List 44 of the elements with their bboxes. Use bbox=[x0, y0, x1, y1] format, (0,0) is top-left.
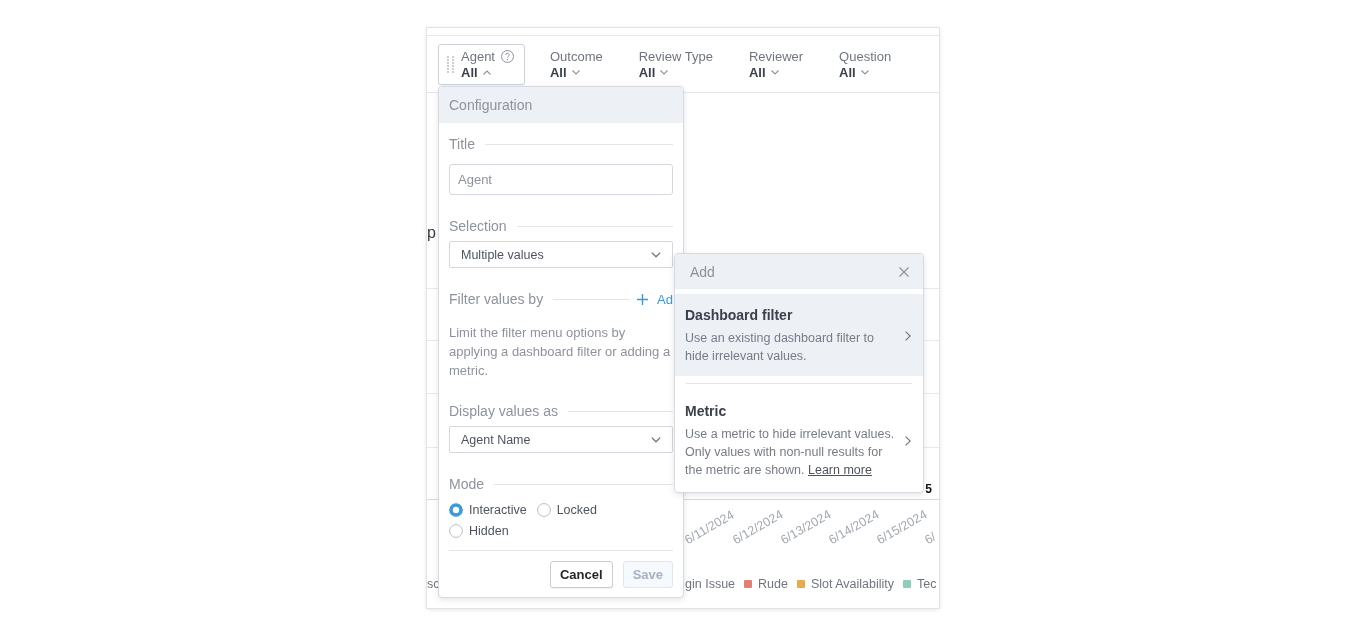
chevron-right-icon bbox=[905, 330, 911, 341]
filter-dropdown[interactable]: Agent All bbox=[438, 44, 525, 85]
learn-more-link[interactable]: Learn more bbox=[808, 463, 872, 477]
chevron-down-icon bbox=[571, 70, 580, 75]
radio-option[interactable]: Interactive bbox=[449, 501, 527, 519]
close-button[interactable] bbox=[899, 266, 909, 277]
date-label: 6/ bbox=[922, 529, 939, 548]
chevron-right-icon bbox=[905, 435, 911, 446]
legend-label: gin Issue bbox=[685, 576, 736, 592]
cancel-button[interactable]: Cancel bbox=[550, 561, 613, 588]
section-label: Mode bbox=[449, 475, 485, 493]
section-label: Display values as bbox=[449, 402, 558, 420]
help-icon[interactable] bbox=[501, 50, 514, 63]
legend-label: Tec bbox=[917, 576, 937, 592]
radio-option[interactable]: Locked bbox=[536, 501, 597, 519]
section-label: Filter values by bbox=[449, 290, 544, 308]
chevron-down-icon bbox=[660, 70, 669, 75]
drag-handle-icon[interactable] bbox=[447, 56, 454, 73]
menu-option[interactable]: Metric Use a metric to hide irrelevant values. Only values with non-null results for the metric are shown. Learn more bbox=[675, 390, 923, 490]
dropdown-select[interactable]: Agent Name bbox=[449, 426, 673, 453]
option-title: Metric bbox=[685, 402, 728, 420]
close-icon bbox=[899, 266, 909, 277]
chevron-down-icon bbox=[770, 70, 779, 75]
menu-option[interactable]: Dashboard filter Use an existing dashboard filter to hide irrelevant values. bbox=[675, 294, 923, 376]
chevron-up-icon bbox=[482, 70, 491, 75]
popover-title: Add bbox=[690, 263, 715, 280]
help-text: Limit the filter menu options by applying a dashboard filter or adding a metric. bbox=[449, 324, 671, 380]
option-description: Use an existing dashboard filter to hide irrelevant values. bbox=[685, 330, 875, 365]
plus-icon bbox=[637, 293, 649, 305]
legend-label: Rude bbox=[758, 576, 788, 592]
title-input[interactable]: Agent bbox=[449, 164, 673, 195]
chart-title: p bbox=[427, 224, 436, 242]
popover-title: Configuration bbox=[449, 97, 533, 113]
dropdown-select[interactable]: Multiple values bbox=[449, 241, 673, 268]
option-title: Dashboard filter bbox=[685, 306, 794, 324]
axis-value: 5 bbox=[925, 482, 932, 496]
radio-option[interactable]: Hidden bbox=[449, 522, 527, 540]
section-label: Selection bbox=[449, 217, 507, 235]
chevron-down-icon bbox=[651, 251, 661, 258]
section-label: Title bbox=[449, 135, 475, 153]
legend-label: Slot Availability bbox=[810, 576, 895, 592]
chevron-down-icon bbox=[651, 436, 661, 443]
chevron-down-icon bbox=[860, 70, 869, 75]
option-description: Use a metric to hide irrelevant values. Only values with non-null results for the metric are shown. Learn more bbox=[685, 426, 896, 479]
